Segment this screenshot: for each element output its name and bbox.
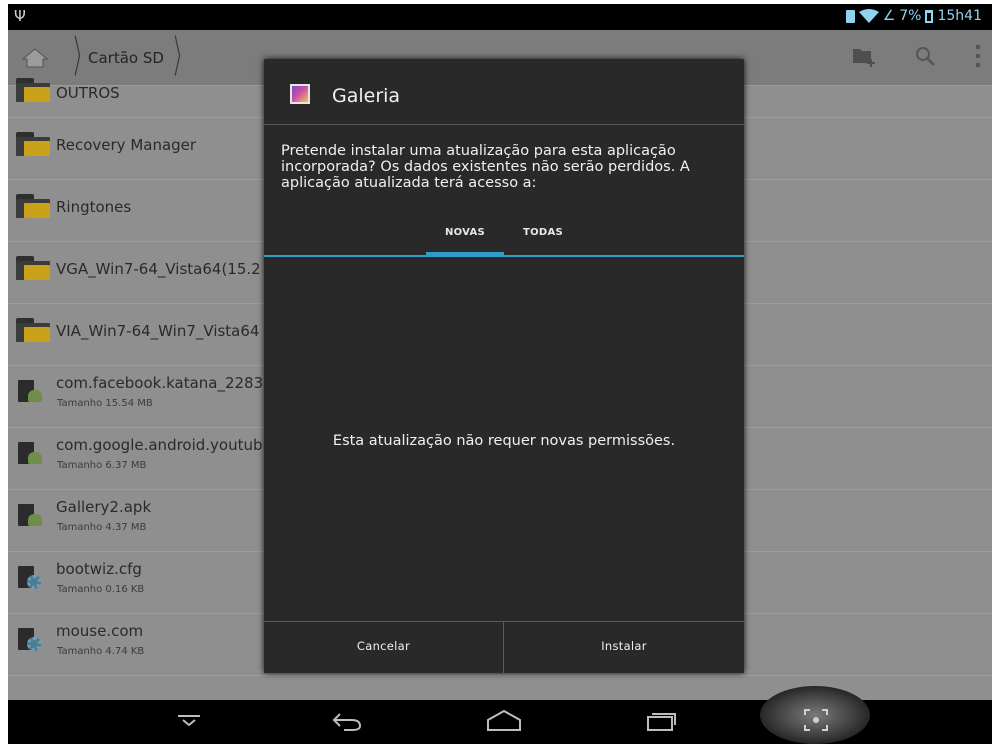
settings-file-icon <box>16 628 50 654</box>
file-size: Tamanho 15.54 MB <box>57 398 153 409</box>
signal-icon: ∠ <box>882 8 896 24</box>
apk-file-icon <box>16 504 50 530</box>
dialog-body: Esta atualização não requer novas permis… <box>264 257 744 621</box>
usb-icon: Ψ <box>14 7 26 25</box>
file-name: bootwiz.cfg <box>56 560 142 578</box>
gallery-app-icon <box>290 84 310 104</box>
file-size: Tamanho 4.74 KB <box>57 646 145 657</box>
file-name: com.google.android.youtub <box>56 436 263 454</box>
folder-icon <box>16 194 50 220</box>
folder-icon <box>16 256 50 282</box>
install-update-dialog: Galeria Pretende instalar uma atualizaçã… <box>264 59 744 673</box>
cancel-button[interactable]: Cancelar <box>264 622 504 673</box>
no-permissions-message: Esta atualização não requer novas permis… <box>332 433 676 449</box>
apk-file-icon <box>16 442 50 468</box>
battery-icon <box>925 9 934 23</box>
file-name: VIA_Win7-64_Win7_Vista64 <box>56 322 260 340</box>
clock: 15h41 <box>937 8 982 24</box>
file-name: Gallery2.apk <box>56 498 152 516</box>
sd-card-icon <box>845 9 855 23</box>
apk-file-icon <box>16 380 50 406</box>
status-bar: Ψ ∠ 7% 15h41 <box>8 4 992 30</box>
permission-tabs: NOVAS TODAS <box>264 215 744 257</box>
install-button[interactable]: Instalar <box>504 622 744 673</box>
file-name: OUTROS <box>56 84 120 102</box>
folder-icon <box>16 318 50 344</box>
file-name: VGA_Win7-64_Vista64(15.2 <box>56 260 261 278</box>
hide-keyboard-icon[interactable] <box>174 708 204 736</box>
back-icon[interactable] <box>330 708 364 736</box>
dialog-buttons: Cancelar Instalar <box>264 621 744 673</box>
file-size: Tamanho 6.37 MB <box>57 460 147 471</box>
tab-todas[interactable]: TODAS <box>504 215 582 255</box>
home-button-icon[interactable] <box>484 708 524 736</box>
folder-icon <box>16 132 50 158</box>
recent-apps-icon[interactable] <box>644 708 678 736</box>
android-screen: Ψ ∠ 7% 15h41 〉 Cartão SD 〉 OUTROS Recove… <box>8 4 992 744</box>
settings-file-icon <box>16 566 50 592</box>
folder-icon <box>16 78 50 104</box>
file-size: Tamanho 0.16 KB <box>57 584 145 595</box>
screenshot-icon[interactable] <box>803 708 829 736</box>
navigation-bar <box>8 686 992 744</box>
file-name: mouse.com <box>56 622 144 640</box>
battery-percent: 7% <box>899 8 922 24</box>
file-size: Tamanho 4.37 MB <box>57 522 147 533</box>
dialog-message: Pretende instalar uma atualização para e… <box>281 143 690 191</box>
file-name: Ringtones <box>56 198 132 216</box>
dialog-header: Galeria <box>264 59 744 125</box>
file-name: com.facebook.katana_2283 <box>56 374 264 392</box>
file-name: Recovery Manager <box>56 136 197 154</box>
tab-novas[interactable]: NOVAS <box>426 215 504 257</box>
wifi-icon <box>858 9 879 23</box>
dialog-title: Galeria <box>332 85 401 107</box>
